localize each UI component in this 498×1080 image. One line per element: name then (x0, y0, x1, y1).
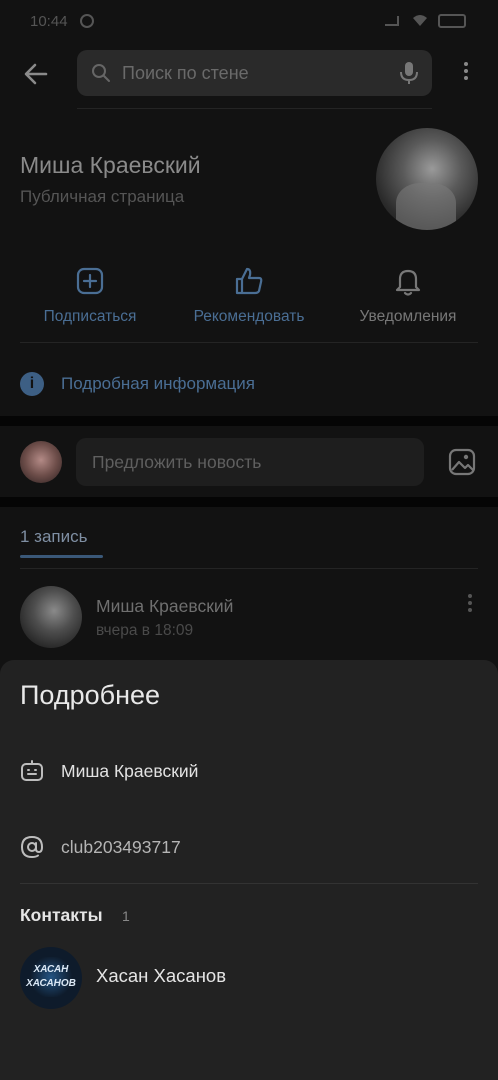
page-title: Миша Краевский (20, 152, 201, 178)
suggest-news-placeholder: Предложить новость (92, 452, 262, 472)
wifi-icon (413, 15, 427, 26)
robot-icon (21, 760, 43, 781)
tab-indicator (20, 555, 103, 558)
search-bar[interactable]: Поиск по стене (77, 50, 432, 96)
post-author-avatar[interactable] (20, 586, 82, 648)
action-bar: Подписаться Рекомендовать Уведомления (0, 266, 498, 336)
user-avatar (20, 441, 62, 483)
post-timestamp: вчера в 18:09 (96, 622, 194, 639)
contacts-heading: Контакты (20, 905, 103, 925)
contact-name[interactable]: Хасан Хасанов (96, 965, 226, 987)
plus-square-icon (76, 267, 104, 295)
post-author-name[interactable]: Миша Краевский (96, 596, 233, 617)
notifications-button[interactable]: Уведомления (354, 266, 462, 326)
recommend-label: Рекомендовать (193, 308, 305, 325)
back-arrow-icon[interactable] (20, 58, 52, 90)
sheet-address-label: club203493717 (61, 837, 181, 857)
search-icon (92, 64, 110, 82)
section-gap (0, 416, 498, 426)
divider (77, 108, 432, 109)
battery-icon (438, 14, 466, 28)
suggest-news-field[interactable]: Предложить новость (76, 438, 424, 486)
post-more-icon[interactable] (466, 594, 474, 618)
signal-icon (385, 16, 399, 26)
info-icon: i (20, 372, 44, 396)
sheet-title: Подробнее (20, 680, 161, 710)
header: Поиск по стене (0, 46, 498, 102)
contact-avatar[interactable]: ХАСАН ХАСАНОВ (20, 947, 82, 1009)
bell-icon (395, 269, 421, 296)
divider (20, 883, 478, 884)
page-type: Публичная страница (20, 187, 185, 206)
details-sheet: Подробнее Миша Краевский club203493717 К… (0, 660, 498, 1080)
screen: 10:44 Поиск по стене Миша Краевский Публ… (0, 0, 498, 1080)
microphone-icon[interactable] (398, 61, 420, 85)
contacts-count: 1 (122, 908, 130, 924)
alarm-icon (80, 14, 94, 28)
detailed-info-label: Подробная информация (61, 374, 255, 393)
divider (20, 568, 478, 569)
status-time: 10:44 (30, 13, 68, 30)
recommend-button[interactable]: Рекомендовать (186, 266, 312, 326)
contact-avatar-text: ХАСАНОВ (26, 978, 76, 989)
thumbs-up-icon (235, 267, 263, 295)
section-gap (0, 497, 498, 507)
search-input[interactable]: Поиск по стене (122, 63, 249, 84)
avatar[interactable] (376, 128, 478, 230)
photo-icon[interactable] (448, 448, 476, 476)
tab-posts[interactable]: 1 запись (20, 527, 88, 547)
status-bar: 10:44 (0, 0, 498, 42)
contact-avatar-text: ХАСАН (33, 964, 69, 975)
at-icon (20, 835, 44, 859)
notifications-label: Уведомления (359, 308, 457, 325)
subscribe-button[interactable]: Подписаться (38, 266, 142, 326)
sheet-name-label: Миша Краевский (61, 761, 199, 781)
more-vertical-icon[interactable] (454, 62, 478, 86)
divider (20, 342, 478, 343)
subscribe-label: Подписаться (43, 308, 137, 325)
